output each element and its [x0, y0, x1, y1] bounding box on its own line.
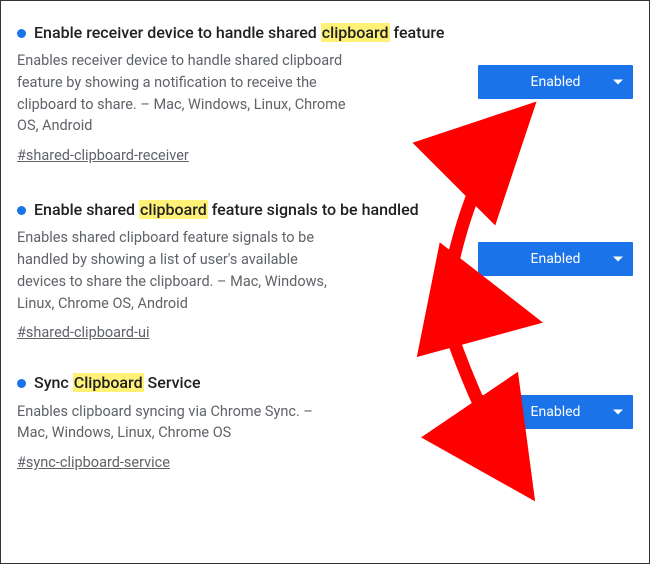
- flag-anchor-link[interactable]: #shared-clipboard-ui: [17, 324, 150, 341]
- flag-anchor-link[interactable]: #shared-clipboard-receiver: [17, 147, 189, 164]
- dropdown-value: Enabled: [531, 251, 581, 267]
- title-post: feature signals to be handled: [208, 200, 419, 219]
- bullet-icon: [17, 206, 26, 215]
- flag-row: Enable shared clipboard feature signals …: [17, 190, 633, 367]
- flag-title: Enable shared clipboard feature signals …: [17, 198, 454, 221]
- flag-row: Sync Clipboard Service Enables clipboard…: [17, 367, 633, 497]
- flag-state-dropdown[interactable]: Enabled: [478, 65, 633, 99]
- flag-state-dropdown[interactable]: Enabled: [478, 242, 633, 276]
- title-pre: Enable receiver device to handle shared: [34, 23, 321, 42]
- flag-description: Enables clipboard syncing via Chrome Syn…: [17, 401, 347, 445]
- dropdown-value: Enabled: [531, 74, 581, 90]
- flag-title: Enable receiver device to handle shared …: [17, 21, 454, 44]
- flag-state-dropdown[interactable]: Enabled: [478, 395, 633, 429]
- flag-description: Enables shared clipboard feature signals…: [17, 227, 347, 314]
- title-highlight: clipboard: [321, 23, 390, 42]
- title-highlight: Clipboard: [73, 373, 144, 392]
- bullet-icon: [17, 29, 26, 38]
- title-highlight: clipboard: [139, 200, 208, 219]
- bullet-icon: [17, 379, 26, 388]
- title-post: Service: [144, 373, 201, 392]
- chevron-down-icon: [613, 80, 623, 85]
- title-post: feature: [390, 23, 445, 42]
- title-pre: Enable shared: [34, 200, 139, 219]
- flag-title: Sync Clipboard Service: [17, 371, 454, 394]
- chevron-down-icon: [613, 410, 623, 415]
- chevron-down-icon: [613, 257, 623, 262]
- title-pre: Sync: [34, 373, 73, 392]
- flag-anchor-link[interactable]: #sync-clipboard-service: [17, 454, 170, 471]
- flag-description: Enables receiver device to handle shared…: [17, 50, 347, 137]
- flag-row: Enable receiver device to handle shared …: [17, 13, 633, 190]
- dropdown-value: Enabled: [531, 404, 581, 420]
